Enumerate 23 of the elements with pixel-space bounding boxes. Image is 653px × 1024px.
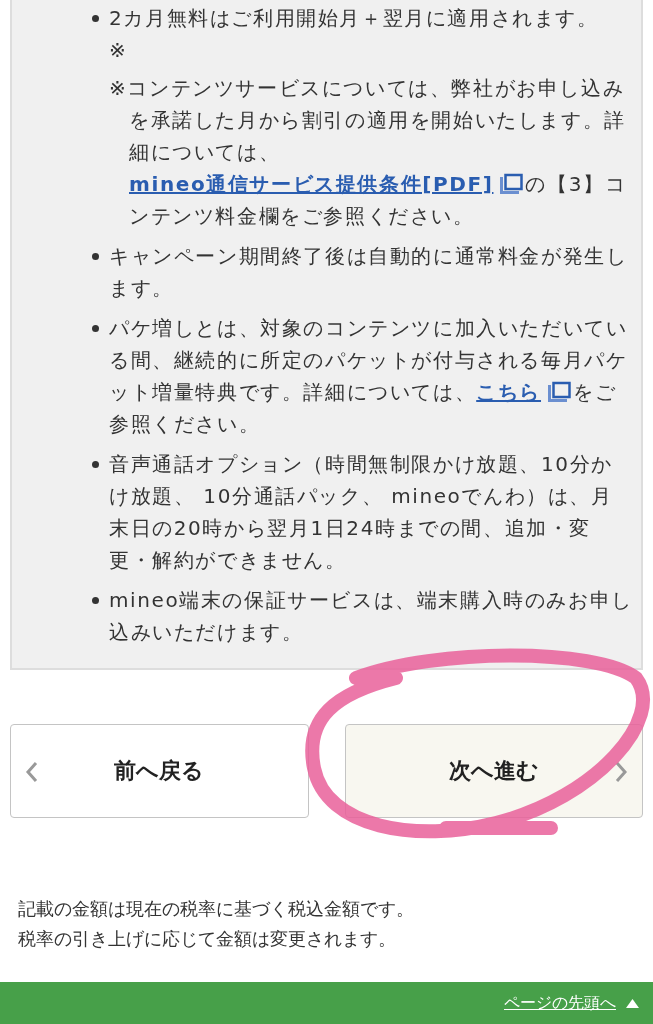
footnote-text: ※コンテンツサービスについては、弊社がお申し込みを承諾した月から割引の適用を開始いたします。詳細については、 mineo通信サービス提供条件[PDF] の【3】コンテンツ料金欄をご参照ください。 <box>109 75 628 230</box>
bullet-icon <box>92 325 99 332</box>
note-text: mineo端末の保証サービスは、端末購入時のみお申し込みいただけます。 <box>109 587 633 646</box>
note-text: パケ増しとは、対象のコンテンツに加入いただいている間、継続的に所定のパケットが付与される毎月パケット増量特典です。詳細については、こちら をご参照ください。 <box>109 315 629 438</box>
bullet-icon <box>92 461 99 468</box>
triangle-up-icon <box>626 998 639 1008</box>
note-text: 2カ月無料はご利用開始月＋翌月に適用されます。 ※ <box>109 5 600 64</box>
text-link[interactable]: mineo通信サービス提供条件[PDF] <box>129 172 494 196</box>
bullet-icon <box>92 597 99 604</box>
text-link[interactable]: こちら <box>476 380 541 404</box>
tax-notice-text: 記載の金額は現在の税率に基づく税込金額です。 <box>18 897 415 921</box>
back-button[interactable]: 前へ戻る <box>10 724 309 818</box>
note-text: キャンペーン期間終了後は自動的に通常料金が発生します。 <box>109 243 629 302</box>
chevron-right-icon <box>614 761 628 783</box>
external-window-icon <box>499 173 524 195</box>
bullet-icon <box>92 15 99 22</box>
page-top-link[interactable]: ページの先頭へ <box>504 992 639 1014</box>
note-text: 音声通話オプション（時間無制限かけ放題、10分かけ放題、 10分通話パック、 mineoでんわ）は、月末日の20時から翌月1日24時までの間、追加・変更・解約ができません。 <box>109 451 614 574</box>
chevron-left-icon <box>25 761 39 783</box>
tax-notice-text: 税率の引き上げに応じて金額は変更されます。 <box>18 927 397 951</box>
external-window-icon <box>547 381 571 403</box>
bullet-icon <box>92 253 99 260</box>
next-button[interactable]: 次へ進む <box>344 724 643 818</box>
